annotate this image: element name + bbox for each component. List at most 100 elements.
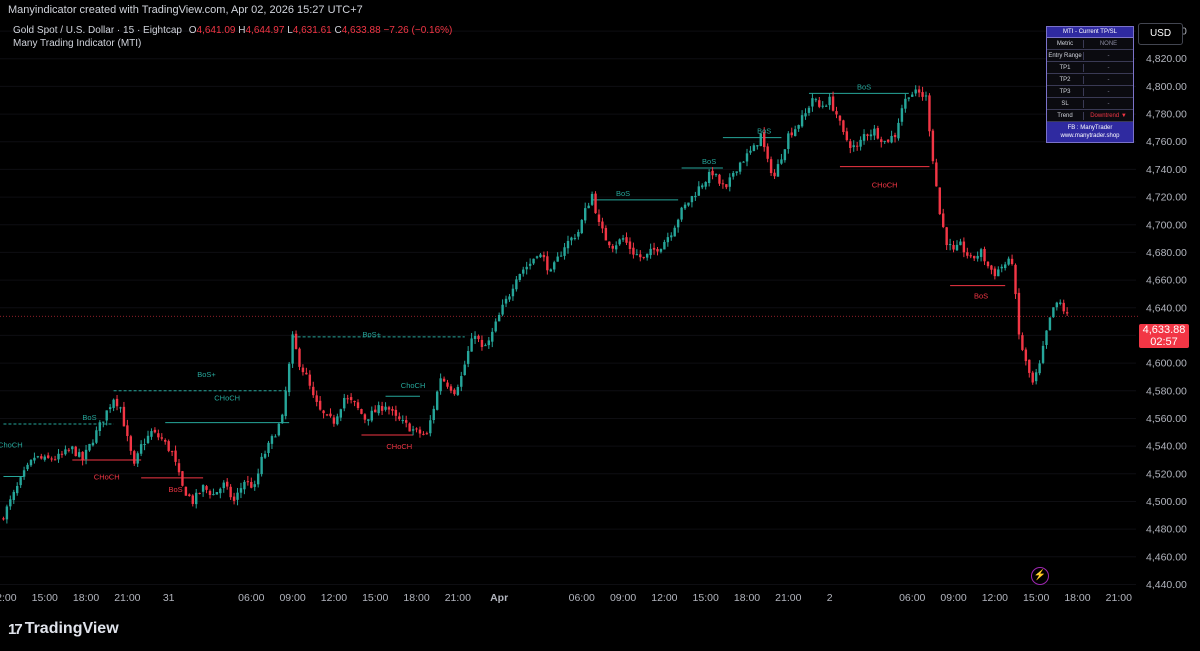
candle-body xyxy=(74,446,77,457)
candle-body xyxy=(384,406,387,410)
candles xyxy=(2,85,1069,524)
symbol-name[interactable]: Gold Spot / U.S. Dollar · 15 · Eightcap xyxy=(13,25,182,36)
candle-body xyxy=(993,268,997,277)
candle-body xyxy=(900,108,904,122)
candle-body xyxy=(356,402,360,409)
tradingview-logo[interactable]: 17 TradingView xyxy=(8,620,119,638)
candle-body xyxy=(997,269,1000,277)
structure-label: BoS xyxy=(616,189,630,198)
candle-body xyxy=(601,221,604,229)
candle-body xyxy=(170,451,174,453)
candle-body xyxy=(143,444,146,446)
price-tick-label: 4,740.00 xyxy=(1146,164,1187,176)
candle-body xyxy=(119,407,122,409)
mti-row: TP1 - xyxy=(1047,62,1133,74)
candle-body xyxy=(470,338,473,352)
candle-body xyxy=(480,339,484,347)
lightning-icon[interactable]: ⚡ xyxy=(1031,567,1049,585)
candle-body xyxy=(449,386,453,391)
candle-body xyxy=(645,253,649,258)
price-tick-label: 4,520.00 xyxy=(1146,468,1187,480)
candle-body xyxy=(91,442,95,446)
candle-body xyxy=(573,237,577,239)
time-tick-label: 12:00 xyxy=(0,592,17,604)
candle-body xyxy=(160,437,163,439)
candle-body xyxy=(377,405,380,414)
time-tick-label: 09:00 xyxy=(940,592,966,604)
candle-body xyxy=(1038,363,1041,374)
candle-body xyxy=(955,244,959,251)
price-tick-label: 4,580.00 xyxy=(1146,385,1187,397)
candle-body xyxy=(43,456,46,460)
candle-body xyxy=(504,298,508,304)
candle-body xyxy=(363,414,367,420)
mti-row: SL - xyxy=(1047,98,1133,110)
candle-body xyxy=(367,419,370,421)
time-axis: 12:00 15:00 18:00 21:00 31 06:00 09:00 12:00 15:… xyxy=(0,592,1132,604)
candle-body xyxy=(146,435,150,443)
candle-body xyxy=(904,98,907,109)
time-tick-label: 09:00 xyxy=(279,592,305,604)
candle-body xyxy=(556,256,559,262)
candle-body xyxy=(807,107,811,113)
candle-body xyxy=(108,407,112,410)
price-tick-label: 4,540.00 xyxy=(1146,441,1187,453)
candle-body xyxy=(346,398,349,400)
candle-body xyxy=(236,492,239,500)
candle-body xyxy=(914,89,917,94)
price-chart[interactable]: ChoCH BoS CHoCH BoS+ BoS CHoCH BoS+ ChoCH CHoCH B… xyxy=(0,0,1200,651)
candle-body xyxy=(318,400,322,410)
candle-body xyxy=(897,122,900,139)
candle-body xyxy=(405,420,408,423)
candle-body xyxy=(800,115,804,127)
structure-lines xyxy=(3,92,1006,479)
candle-body xyxy=(260,456,263,475)
price-axis: 4,440.00 4,460.00 4,480.00 4,500.00 4,520.00… xyxy=(1146,26,1187,591)
time-tick-label: 21:00 xyxy=(1106,592,1132,604)
candle-body xyxy=(188,494,191,496)
candle-body xyxy=(177,463,181,473)
candle-body xyxy=(773,172,776,177)
candle-body xyxy=(522,269,525,274)
candle-body xyxy=(312,386,315,396)
candle-body xyxy=(60,453,64,455)
candle-body xyxy=(635,254,639,256)
candle-body xyxy=(167,441,170,451)
open-value: 4,641.09 xyxy=(196,25,236,36)
currency-button[interactable]: USD xyxy=(1138,23,1183,45)
candle-body xyxy=(945,227,948,246)
candle-body xyxy=(639,254,642,258)
price-tick-label: 4,820.00 xyxy=(1146,53,1187,65)
time-tick-label: 15:00 xyxy=(1023,592,1049,604)
time-tick-label: 12:00 xyxy=(982,592,1008,604)
candle-body xyxy=(704,182,707,187)
candle-body xyxy=(518,274,522,280)
candle-body xyxy=(776,164,780,177)
candle-body xyxy=(294,333,298,349)
candle-body xyxy=(921,92,924,97)
mti-row: TP2 - xyxy=(1047,74,1133,86)
candle-body xyxy=(484,345,487,347)
candle-body xyxy=(924,95,928,97)
candle-body xyxy=(387,407,391,410)
candle-body xyxy=(546,256,549,271)
candle-body xyxy=(539,254,542,258)
candle-body xyxy=(680,207,683,220)
time-tick-label: 18:00 xyxy=(1064,592,1090,604)
candle-body xyxy=(1007,258,1010,265)
indicator-legend[interactable]: Many Trading Indicator (MTI) xyxy=(13,38,141,49)
candle-body xyxy=(580,219,583,234)
candle-body xyxy=(425,433,429,435)
candle-body xyxy=(694,195,697,198)
candle-body xyxy=(966,252,969,256)
candle-body xyxy=(195,492,198,505)
candle-body xyxy=(77,452,81,457)
candle-body xyxy=(979,249,983,257)
low-value: 4,631.61 xyxy=(292,25,332,36)
candle-body xyxy=(225,481,229,487)
candle-body xyxy=(632,247,635,255)
time-tick-label: 2 xyxy=(827,592,833,604)
mti-row: Trend Downtrend ▼ xyxy=(1047,110,1133,122)
candle-body xyxy=(267,442,270,454)
candle-body xyxy=(136,453,139,464)
